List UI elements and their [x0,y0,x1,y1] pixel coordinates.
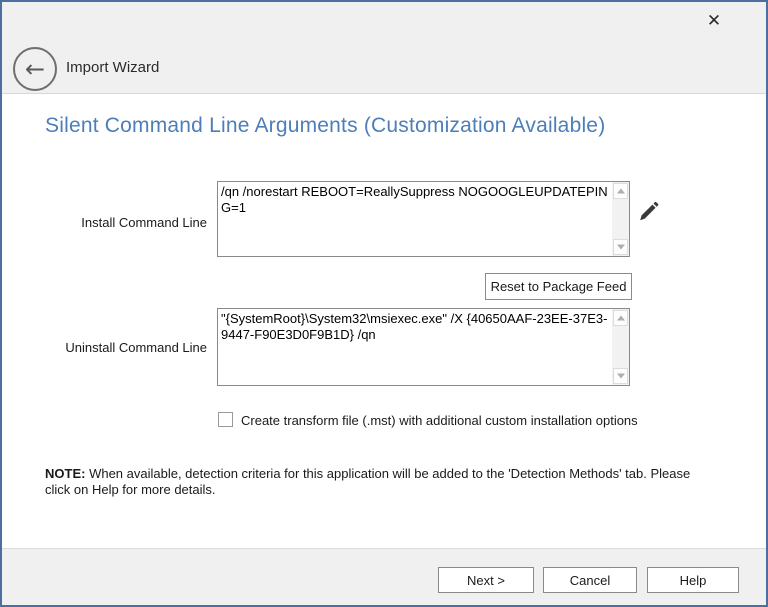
page-title: Silent Command Line Arguments (Customiza… [45,114,605,138]
scroll-down-button[interactable] [613,239,628,255]
wizard-header: ← Import Wizard [2,2,766,94]
install-command-input[interactable]: /qn /norestart REBOOT=ReallySuppress NOG… [218,182,612,256]
close-button[interactable]: ✕ [701,8,727,34]
install-command-label: Install Command Line [2,215,207,230]
install-command-scrollbar[interactable] [612,182,629,256]
back-arrow-icon: ← [25,55,45,83]
scroll-down-button[interactable] [613,368,628,384]
note-body: When available, detection criteria for t… [45,466,690,497]
uninstall-command-label: Uninstall Command Line [2,340,207,355]
transform-file-checkbox-label: Create transform file (.mst) with additi… [241,413,638,428]
scroll-up-button[interactable] [613,310,628,326]
uninstall-command-input[interactable]: "{SystemRoot}\System32\msiexec.exe" /X {… [218,309,612,385]
next-button[interactable]: Next > [438,567,534,593]
cancel-button[interactable]: Cancel [543,567,637,593]
back-button[interactable]: ← [13,47,57,91]
triangle-down-icon [617,374,625,379]
import-wizard-dialog: ← Import Wizard ✕ Silent Command Line Ar… [0,0,768,607]
close-icon: ✕ [707,11,721,31]
install-command-field-frame: /qn /norestart REBOOT=ReallySuppress NOG… [217,181,630,257]
transform-file-checkbox[interactable] [218,412,233,427]
note-prefix: NOTE: [45,466,85,481]
uninstall-command-scrollbar[interactable] [612,309,629,385]
help-button[interactable]: Help [647,567,739,593]
triangle-down-icon [617,245,625,250]
triangle-up-icon [617,316,625,321]
uninstall-command-field-frame: "{SystemRoot}\System32\msiexec.exe" /X {… [217,308,630,386]
reset-to-package-feed-button[interactable]: Reset to Package Feed [485,273,632,300]
triangle-up-icon [617,189,625,194]
note-text: NOTE: When available, detection criteria… [45,466,713,498]
edit-pencil-icon[interactable] [636,200,660,224]
wizard-footer: Next > Cancel Help [2,548,766,605]
scroll-up-button[interactable] [613,183,628,199]
wizard-title: Import Wizard [66,59,159,76]
